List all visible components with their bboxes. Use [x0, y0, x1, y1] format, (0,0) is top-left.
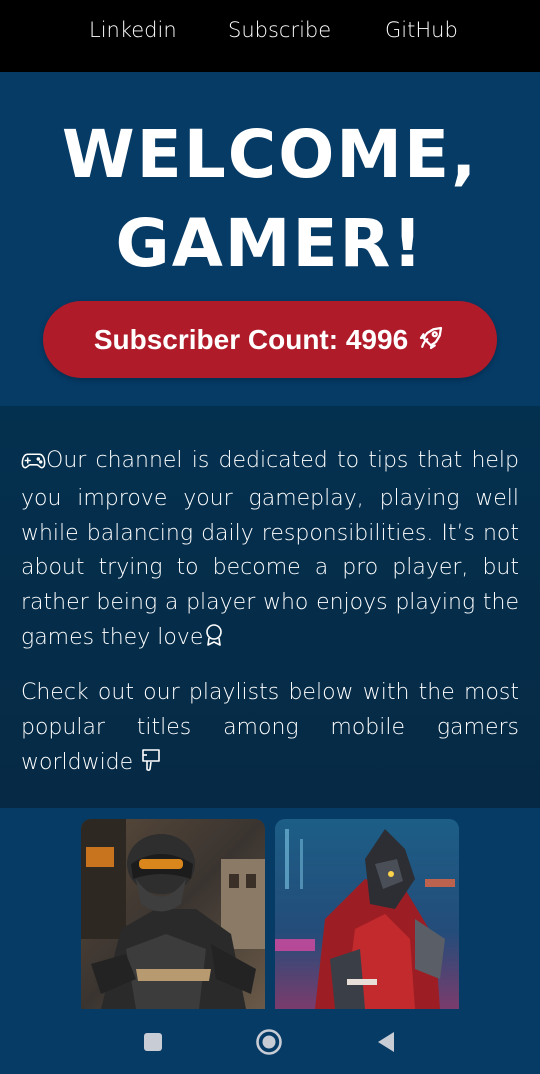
- recent-apps-icon[interactable]: [143, 1032, 163, 1057]
- gamepad-icon: [21, 447, 46, 482]
- soldier-game-thumbnail: [81, 819, 265, 1009]
- thumbs-down-icon: [140, 748, 162, 784]
- about-paragraph-2-text: Check out our playlists below with the m…: [21, 680, 519, 775]
- about-paragraph-1-text: Our channel is dedicated to tips that he…: [21, 448, 519, 650]
- hooded-warrior-game-thumbnail: [275, 819, 459, 1009]
- page-title: WELCOME, GAMER!: [0, 110, 540, 288]
- playlists-section: [0, 808, 540, 1009]
- subscriber-count-button[interactable]: Subscriber Count: 4996: [43, 301, 497, 378]
- about-paragraph-2: Check out our playlists below with the m…: [21, 676, 519, 783]
- about-paragraph-1: Our channel is dedicated to tips that he…: [21, 444, 519, 659]
- system-nav-bar: [0, 1009, 540, 1074]
- hero-section: WELCOME, GAMER! Subscriber Count: 4996: [0, 72, 540, 406]
- subscriber-count-label: Subscriber Count: 4996: [93, 323, 409, 355]
- home-icon[interactable]: [255, 1028, 283, 1061]
- nav-link-github[interactable]: GitHub: [385, 18, 458, 42]
- title-line-2: GAMER!: [115, 205, 425, 282]
- title-line-1: WELCOME,: [61, 116, 479, 193]
- rocket-icon: [416, 323, 446, 356]
- about-section: Our channel is dedicated to tips that he…: [0, 406, 540, 808]
- nav-link-linkedin[interactable]: Linkedin: [89, 18, 177, 42]
- top-nav: Linkedin Subscribe GitHub: [0, 0, 540, 72]
- back-icon[interactable]: [376, 1030, 396, 1059]
- nav-link-subscribe[interactable]: Subscribe: [228, 18, 331, 42]
- playlist-card-soldier[interactable]: [81, 819, 265, 1009]
- playlist-card-hooded-warrior[interactable]: [275, 819, 459, 1009]
- trophy-icon: [203, 623, 225, 659]
